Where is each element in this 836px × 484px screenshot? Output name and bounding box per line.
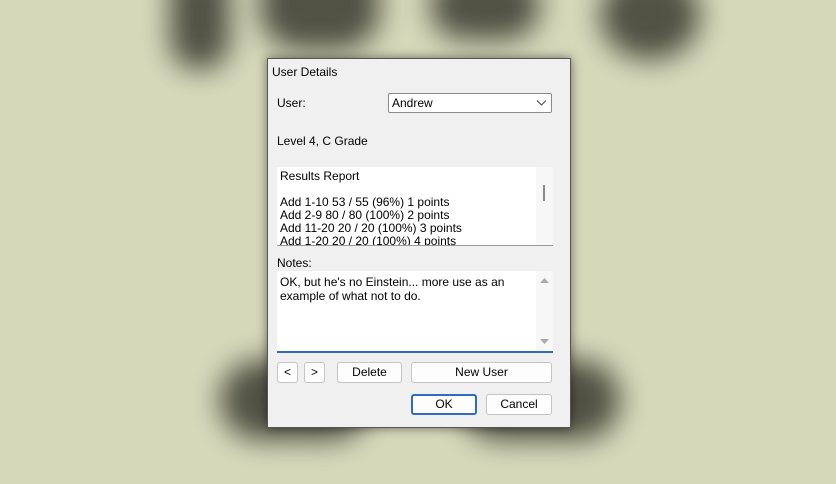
user-details-dialog: User Details User: Andrew Level 4, C Gra…: [267, 58, 571, 428]
scrollbar-thumb[interactable]: [543, 185, 545, 201]
scrollbar[interactable]: [536, 167, 553, 245]
user-select[interactable]: Andrew: [388, 93, 552, 113]
background-blur: [170, 0, 230, 70]
notes-textarea[interactable]: OK, but he's no Einstein... more use as …: [277, 271, 553, 353]
notes-label: Notes:: [277, 256, 312, 270]
new-user-button[interactable]: New User: [411, 362, 552, 383]
previous-user-button[interactable]: <: [277, 362, 298, 383]
delete-button[interactable]: Delete: [337, 362, 402, 383]
report-line: Results Report: [280, 169, 360, 183]
chevron-down-icon: [536, 100, 547, 106]
level-text: Level 4, C Grade: [277, 134, 368, 148]
background-blur: [430, 0, 540, 40]
background-blur: [260, 0, 380, 50]
ok-button[interactable]: OK: [411, 394, 477, 415]
results-report-box[interactable]: Results Report Add 1-10 53 / 55 (96%) 1 …: [277, 167, 553, 246]
background-blur: [600, 0, 700, 60]
notes-value: OK, but he's no Einstein... more use as …: [280, 275, 505, 303]
report-line: Add 1-20 20 / 20 (100%) 4 points: [280, 234, 457, 246]
scrollbar[interactable]: [536, 271, 553, 351]
scroll-up-icon[interactable]: [540, 277, 549, 284]
next-user-button[interactable]: >: [304, 362, 325, 383]
user-label: User:: [277, 96, 306, 110]
dialog-title: User Details: [272, 65, 338, 79]
user-select-value: Andrew: [392, 96, 433, 110]
scroll-down-icon[interactable]: [540, 338, 549, 345]
cancel-button[interactable]: Cancel: [486, 394, 552, 415]
